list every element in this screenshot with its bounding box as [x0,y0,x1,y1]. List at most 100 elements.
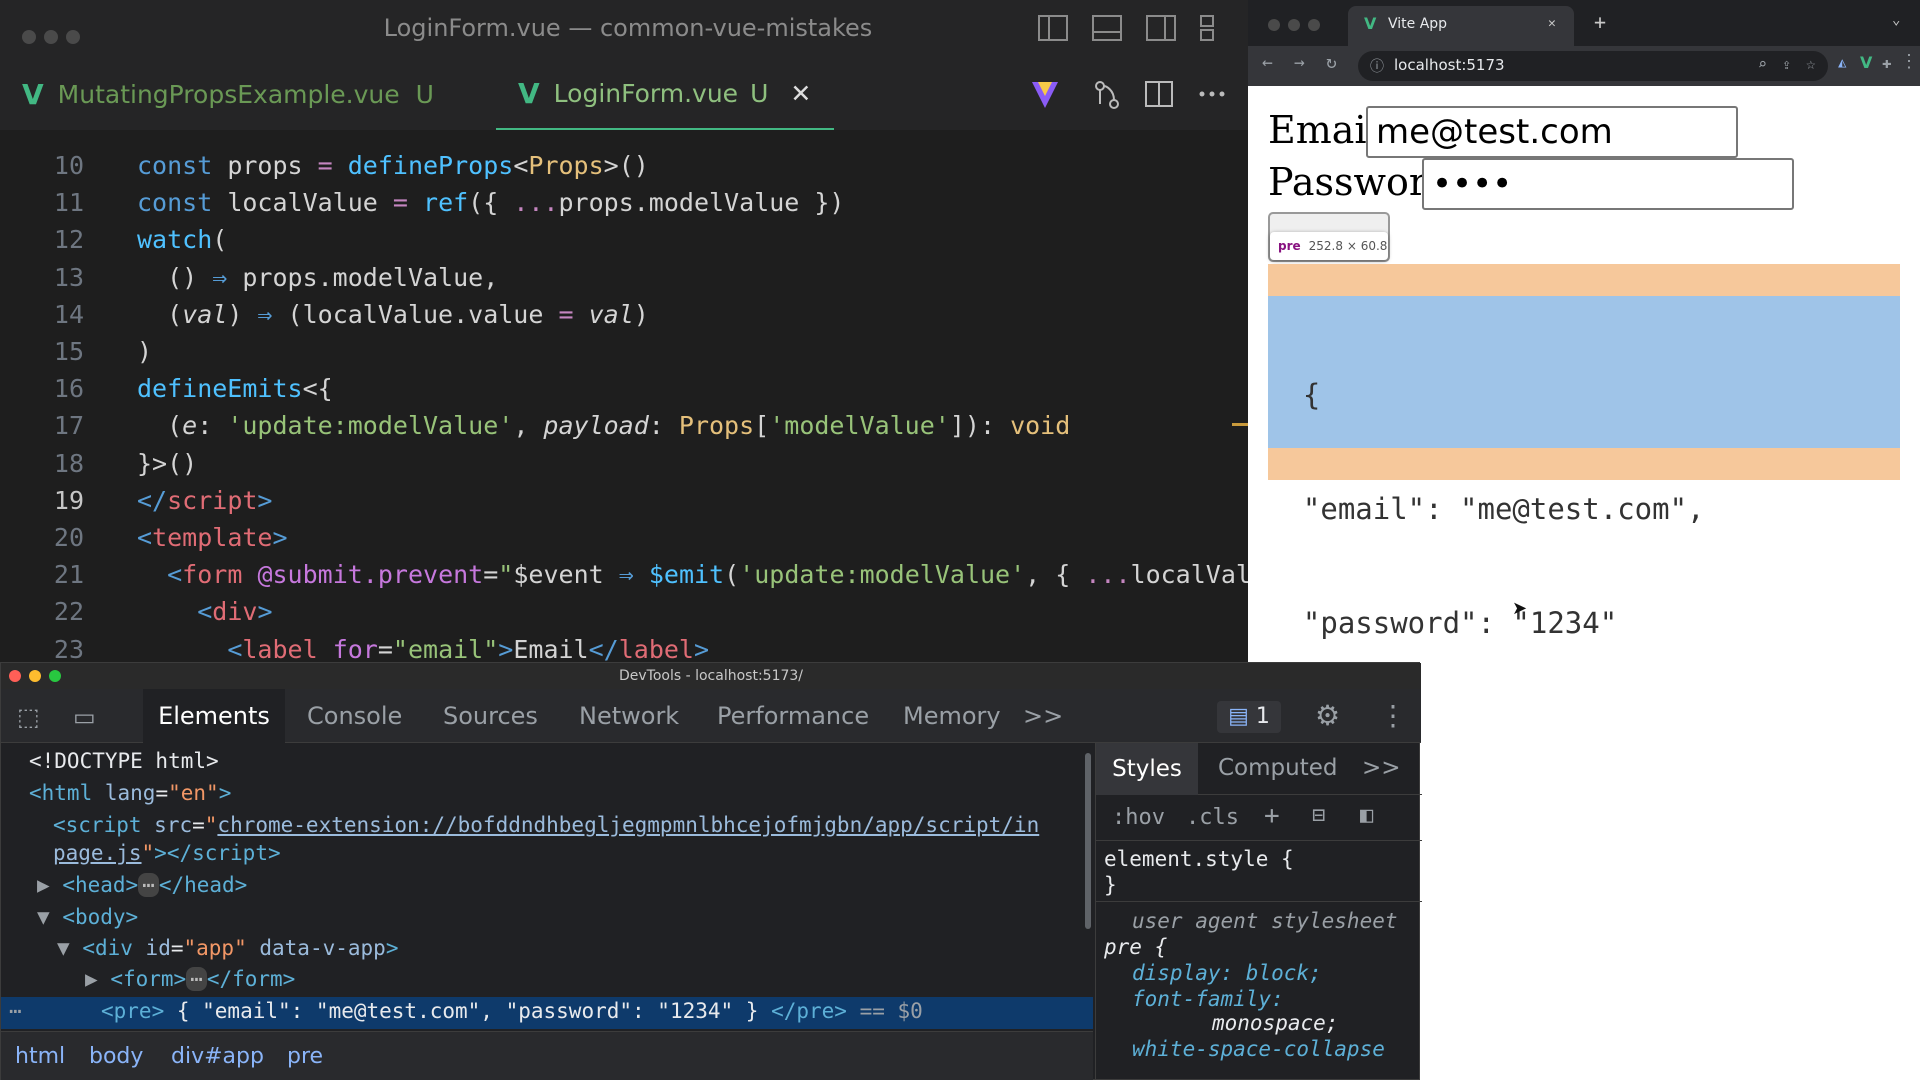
sidebar-toggle-icon[interactable]: ◧ [1360,803,1373,828]
more-tabs-button[interactable]: >> [1023,689,1063,743]
tab-network[interactable]: Network [579,689,679,743]
scrollbar[interactable] [1085,753,1091,929]
close-window-icon[interactable] [9,670,21,682]
pre-json-output: { "email": "me@test.com", "password": "1… [1268,296,1900,754]
dom-node[interactable]: <html lang="en"> [29,781,231,805]
class-toggle[interactable]: .cls [1186,805,1239,830]
vue-icon: V [518,76,540,110]
minimize-window-icon[interactable] [29,670,41,682]
bookmark-star-icon[interactable]: ☆ [1806,54,1816,73]
share-icon[interactable]: ⇪ [1782,55,1791,73]
code-line: <form @submit.prevent="$event ⇒ $emit('u… [167,560,1251,589]
device-toolbar-icon[interactable]: ▭ [73,703,96,731]
reload-icon[interactable]: ↻ [1326,52,1337,73]
close-icon[interactable]: ✕ [790,79,811,108]
dom-node[interactable]: ▶ <head> ⋯ </head> [37,873,247,897]
back-icon[interactable]: ← [1262,52,1273,73]
menu-icon[interactable]: ⋮ [1379,699,1407,732]
dom-tree[interactable]: <!DOCTYPE html> <html lang="en"> <script… [1,743,1093,1080]
editor-title-bar: LoginForm.vue — common-vue-mistakes [0,0,1248,58]
breadcrumb-item[interactable]: pre [287,1044,323,1069]
styles-pane: Styles Computed >> :hov .cls + ⊟ ◧ eleme… [1095,743,1422,1080]
styles-tab-bar: Styles Computed >> [1096,743,1422,795]
stylesheet-origin: user agent stylesheet [1132,909,1398,933]
info-icon[interactable]: ⓘ [1370,56,1384,76]
tab-login-form[interactable]: V LoginForm.vue U ✕ [496,58,834,130]
tab-label: MutatingPropsExample.vue [57,79,400,109]
dom-node[interactable]: ▶ <form> ⋯ </form> [85,967,295,991]
hover-state-toggle[interactable]: :hov [1112,805,1165,830]
address-bar[interactable]: ⓘ localhost:5173 ⌕ ⇪ ☆ [1358,51,1828,81]
style-declaration: font-family: [1132,987,1284,1011]
chat-icon: ▤ [1228,704,1249,729]
line-number: 20 [53,523,84,552]
line-number: 10 [53,151,84,180]
line-number: 13 [53,263,84,292]
menu-icon[interactable]: ⋮ [1900,51,1918,72]
url-text: localhost:5173 [1394,56,1505,74]
pre-line: { [1268,378,1321,412]
breadcrumb-item[interactable]: html [15,1044,65,1069]
email-field[interactable]: me@test.com [1366,106,1738,158]
style-declaration: white-space-collapse [1132,1037,1385,1061]
puzzle-icon[interactable]: ✚ [1882,53,1892,72]
code-line: }>() [137,449,198,478]
inspect-tooltip: pre 252.8 × 60.8 [1270,232,1388,260]
dom-node[interactable]: ▼ <div id="app" data-v-app> [57,936,398,960]
tooltip-size: 252.8 × 60.8 [1308,239,1388,253]
chevron-down-icon[interactable]: ⌄ [1892,12,1900,28]
line-number: 17 [53,411,84,440]
code-line: <template> [137,523,288,552]
dom-node[interactable]: <script src="chrome-extension://bofddndh… [53,813,1039,837]
dom-node-selected[interactable]: <pre> { "email": "me@test.com", "passwor… [101,999,923,1023]
email-value: me@test.com [1376,112,1613,152]
tab-untracked-badge: U [750,78,769,108]
close-icon[interactable]: ✕ [1548,16,1556,31]
code-line: defineEmits<{ [137,374,333,403]
tab-computed[interactable]: Computed [1218,755,1337,781]
tab-sources[interactable]: Sources [443,689,538,743]
style-declaration: display: block; [1132,961,1322,985]
style-rule-selector: pre { [1104,935,1168,959]
code-line: (val) ⇒ (localValue.value = val) [137,300,649,329]
layout-icons[interactable] [1038,14,1218,44]
zoom-icon[interactable]: ⌕ [1758,55,1767,73]
issues-count: 1 [1255,704,1270,729]
style-rule-close: } [1104,873,1117,897]
paint-icon[interactable]: ⊟ [1312,803,1325,828]
vue-devtools-icon[interactable]: V [1860,53,1872,72]
browser-tab-strip: V Vite App ✕ + ⌄ [1248,0,1920,46]
tooltip-tag: pre [1278,239,1301,253]
maximize-window-icon[interactable] [49,670,61,682]
dom-node[interactable]: page.js"></script> [53,841,281,865]
minimap-marker [1232,423,1248,426]
devtools-title: DevTools - localhost:5173/ [618,668,804,684]
password-field[interactable]: •••• [1422,158,1794,210]
gear-icon[interactable]: ⚙ [1315,699,1340,732]
window-controls[interactable] [1268,16,1328,35]
inspect-element-icon[interactable]: ⬚ [17,703,40,731]
code-area[interactable]: 10 11 12 13 14 15 16 17 18 19 20 21 22 2… [0,130,1251,670]
editor-action-icons[interactable] [1030,78,1230,112]
tab-elements[interactable]: Elements [143,689,285,743]
new-tab-button[interactable]: + [1594,10,1606,34]
line-number: 16 [53,374,84,403]
extension-icon[interactable]: ◭ [1838,55,1846,71]
dom-node[interactable]: <!DOCTYPE html> [29,749,219,773]
tab-mutating-props[interactable]: V MutatingPropsExample.vue U [22,58,434,130]
tab-memory[interactable]: Memory [903,689,1001,743]
line-number: 14 [53,300,84,329]
tab-performance[interactable]: Performance [717,689,869,743]
breadcrumb: html body div#app pre [1,1031,1093,1080]
more-tabs-button[interactable]: >> [1362,755,1401,781]
dom-node[interactable]: ▼ <body> [37,905,138,929]
breadcrumb-item[interactable]: div#app [171,1044,264,1069]
style-value: monospace; [1212,1011,1339,1035]
browser-tab[interactable]: V Vite App ✕ [1348,6,1574,46]
issues-badge[interactable]: ▤ 1 [1217,701,1281,733]
tab-styles[interactable]: Styles [1096,743,1198,795]
breadcrumb-item[interactable]: body [89,1044,143,1069]
forward-icon[interactable]: → [1294,52,1305,73]
add-rule-icon[interactable]: + [1264,801,1280,831]
tab-console[interactable]: Console [307,689,402,743]
